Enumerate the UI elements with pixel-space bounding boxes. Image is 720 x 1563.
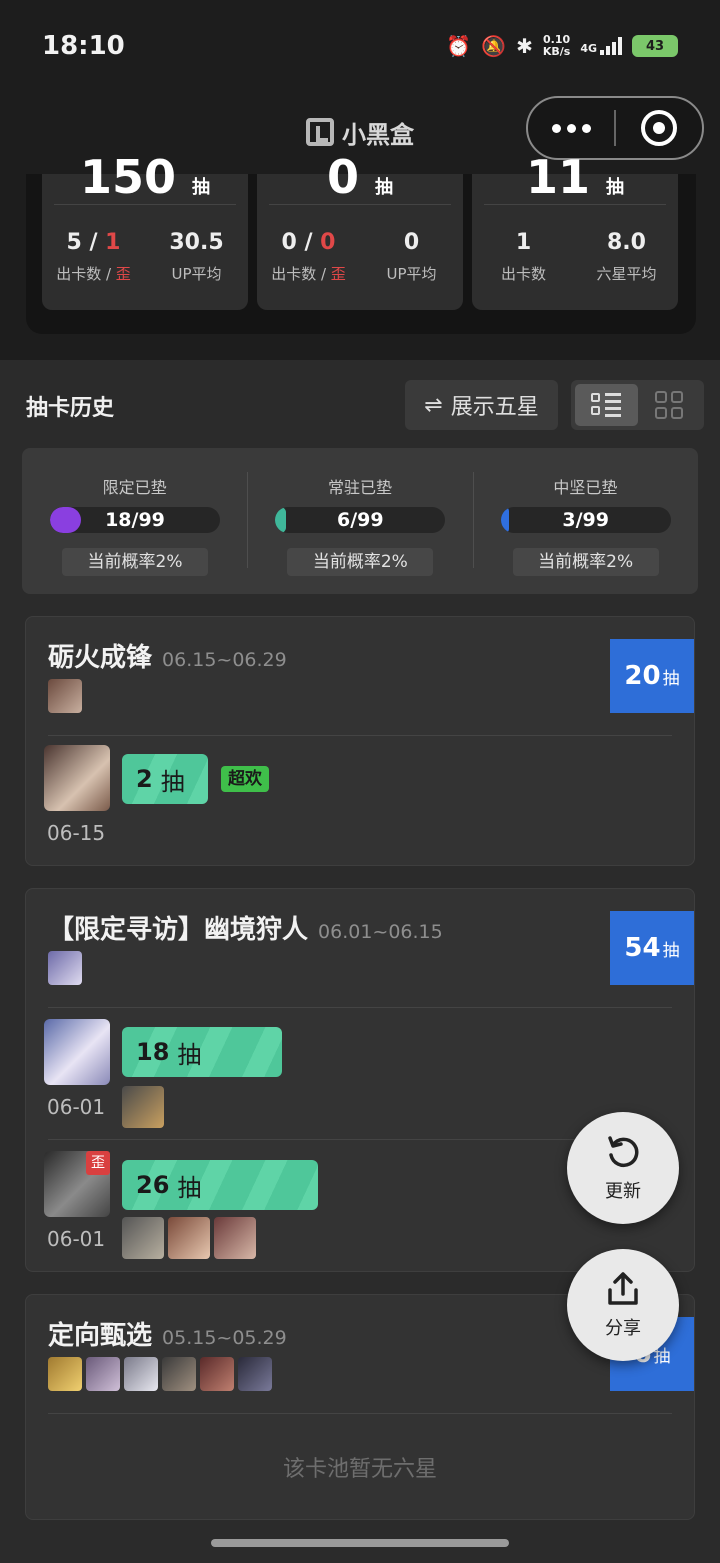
off-banner-badge: 歪 xyxy=(86,1151,110,1175)
pity-limited: 限定已垫 18/99 当前概率2% xyxy=(22,448,247,594)
pull-count-bar: 26 抽 xyxy=(122,1160,318,1210)
operator-thumb xyxy=(200,1357,234,1391)
operator-thumb xyxy=(214,1217,256,1259)
stats-card: 150 抽 5 / 1 出卡数 / 歪 30.5 UP平均 0 抽 0 / 0 … xyxy=(26,150,696,334)
refresh-icon xyxy=(608,1136,639,1168)
status-icons: ⏰ 🔕 ✱ 0.10 KB/s 4G 43 xyxy=(446,34,678,58)
stat-box-standard: 0 抽 0 / 0 出卡数 / 歪 0 UP平均 xyxy=(257,150,463,310)
stat-left: 5 / 1 出卡数 / 歪 xyxy=(56,230,131,283)
target-icon[interactable] xyxy=(616,110,702,146)
pity-standard: 常驻已垫 6/99 当前概率2% xyxy=(247,448,472,594)
operator-thumb xyxy=(48,679,82,713)
pity-panel: 限定已垫 18/99 当前概率2% 常驻已垫 6/99 当前概率2% 中坚已垫 … xyxy=(22,448,698,594)
stat-left: 0 / 0 出卡数 / 歪 xyxy=(271,230,346,283)
banner-title: 定向甄选 05.15~05.29 xyxy=(48,1321,287,1351)
pity-progress-bar: 6/99 xyxy=(275,507,446,533)
pull-date: 06-15 xyxy=(47,821,106,845)
stat-box-limited: 150 抽 5 / 1 出卡数 / 歪 30.5 UP平均 xyxy=(42,150,248,310)
operator-thumb xyxy=(48,1357,82,1391)
bluetooth-icon: ✱ xyxy=(516,34,533,58)
battery-icon: 43 xyxy=(632,35,678,57)
history-title: 抽卡历史 xyxy=(26,396,115,421)
swap-arrows-icon: ⇌ xyxy=(424,392,443,418)
grid-view-button[interactable] xyxy=(638,384,701,426)
six-star-thumbs xyxy=(48,679,82,713)
five-star-thumbs xyxy=(122,1086,164,1128)
stat-total: 150 抽 xyxy=(79,150,211,204)
app-title: 小黑盒 xyxy=(306,115,414,150)
banner-title: 【限定寻访】幽境狩人 06.01~06.15 xyxy=(48,915,443,945)
five-star-thumbs xyxy=(122,1217,256,1259)
alarm-icon: ⏰ xyxy=(446,34,472,58)
more-dots-icon[interactable] xyxy=(528,123,614,133)
pity-progress-bar: 18/99 xyxy=(50,507,220,533)
operator-thumb xyxy=(238,1357,272,1391)
stat-left: 1 出卡数 xyxy=(500,230,546,283)
operator-thumb xyxy=(86,1357,120,1391)
signal-icon xyxy=(600,37,622,55)
stat-right: 0 UP平均 xyxy=(386,230,437,283)
grid-view-icon xyxy=(654,391,683,419)
refresh-button[interactable]: 更新 xyxy=(567,1112,679,1224)
home-indicator[interactable] xyxy=(211,1539,509,1547)
operator-avatar[interactable] xyxy=(44,745,110,811)
stat-right: 8.0 六星平均 xyxy=(596,230,657,283)
list-view-icon xyxy=(591,392,622,418)
list-view-button[interactable] xyxy=(575,384,638,426)
banner-title: 砺火成锋 06.15~06.29 xyxy=(48,643,287,673)
operator-thumb xyxy=(122,1217,164,1259)
status-bar: 18:10 ⏰ 🔕 ✱ 0.10 KB/s 4G 43 xyxy=(0,0,720,92)
net-speed: 0.10 KB/s xyxy=(542,33,571,58)
pity-core: 中坚已垫 3/99 当前概率2% xyxy=(472,448,698,594)
view-toggle xyxy=(571,380,704,430)
empty-six-star-note: 该卡池暂无六星 xyxy=(282,1457,437,1482)
network-indicator: 4G xyxy=(580,37,622,55)
share-button[interactable]: 分享 xyxy=(567,1249,679,1361)
pity-progress-bar: 3/99 xyxy=(500,507,671,533)
stat-box-core: 11 抽 1 出卡数 8.0 六星平均 xyxy=(472,150,678,310)
operator-thumb xyxy=(48,951,82,985)
operator-avatar[interactable] xyxy=(44,1019,110,1085)
banner-count-tag: 20 抽 xyxy=(610,639,694,713)
pull-date: 06-01 xyxy=(47,1095,106,1119)
six-star-thumbs xyxy=(48,1357,272,1391)
operator-thumb xyxy=(162,1357,196,1391)
pull-count-bar: 18 抽 xyxy=(122,1027,282,1077)
luck-badge: 超欢 xyxy=(221,766,269,792)
stat-right: 30.5 UP平均 xyxy=(169,230,224,283)
heybox-logo-icon xyxy=(306,118,334,146)
history-header: 抽卡历史 ⇌ 展示五星 xyxy=(26,380,704,430)
pull-count-bar: 2抽 xyxy=(122,754,208,804)
stat-total: 0 抽 xyxy=(326,150,394,204)
operator-thumb xyxy=(122,1086,164,1128)
stat-total: 11 抽 xyxy=(525,150,625,204)
share-icon xyxy=(608,1272,638,1305)
status-time: 18:10 xyxy=(42,31,125,61)
show-five-star-button[interactable]: ⇌ 展示五星 xyxy=(405,380,558,430)
operator-thumb xyxy=(124,1357,158,1391)
six-star-thumbs xyxy=(48,951,82,985)
mute-icon: 🔕 xyxy=(481,34,507,58)
banner-count-tag: 54 抽 xyxy=(610,911,694,985)
operator-thumb xyxy=(168,1217,210,1259)
pull-date: 06-01 xyxy=(47,1227,106,1251)
banner-card[interactable]: 砺火成锋 06.15~06.29 20 抽 06-15 2抽 超欢 xyxy=(25,616,695,866)
